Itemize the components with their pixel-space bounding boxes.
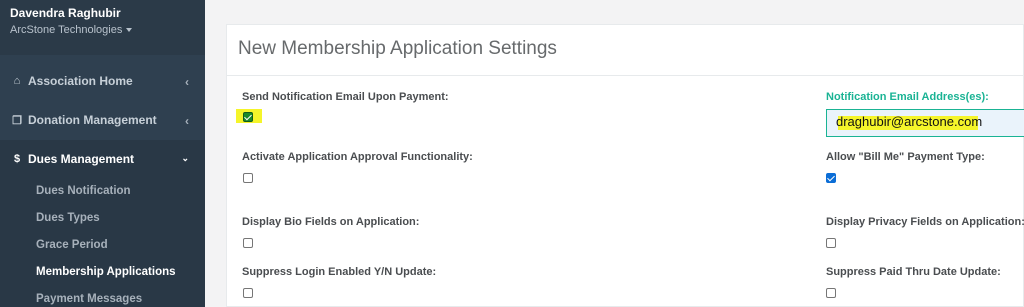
display-privacy-label: Display Privacy Fields on Application:: [826, 216, 1024, 228]
nav-association-home-label: Association Home: [28, 74, 133, 88]
suppress-paid-thru-label: Suppress Paid Thru Date Update:: [826, 266, 1001, 278]
nav-donation-management[interactable]: ❐ Donation Management ‹: [0, 101, 205, 139]
allow-bill-me-label: Allow "Bill Me" Payment Type:: [826, 151, 985, 163]
page-title: New Membership Application Settings: [238, 38, 557, 59]
sidebar: Davendra Raghubir ArcStone Technologies …: [0, 0, 205, 307]
activate-approval-label: Activate Application Approval Functional…: [242, 151, 473, 163]
sub-item-membership-applications[interactable]: Membership Applications: [36, 266, 176, 278]
user-name: Davendra Raghubir: [10, 6, 121, 20]
title-divider: [227, 75, 1024, 76]
sub-item-payment-messages[interactable]: Payment Messages: [36, 293, 142, 305]
nav-donation-management-label: Donation Management: [28, 113, 157, 127]
chevron-down-icon: ⌄: [181, 153, 189, 163]
send-notification-label: Send Notification Email Upon Payment:: [242, 91, 449, 103]
dues-submenu: Dues Notification Dues Types Grace Perio…: [0, 178, 205, 307]
display-bio-label: Display Bio Fields on Application:: [242, 216, 420, 228]
nav-association-home[interactable]: ⌂ Association Home ‹: [0, 62, 205, 100]
nav-dues-management-label: Dues Management: [28, 152, 135, 166]
sub-item-dues-types[interactable]: Dues Types: [36, 212, 100, 224]
home-icon: ⌂: [13, 75, 21, 87]
suppress-login-label: Suppress Login Enabled Y/N Update:: [242, 266, 437, 278]
caret-down-icon: [126, 28, 133, 33]
chevron-left-icon: ‹: [185, 75, 189, 89]
sub-item-dues-notification[interactable]: Dues Notification: [36, 185, 131, 197]
suppress-paid-thru-checkbox[interactable]: [826, 288, 836, 298]
display-privacy-checkbox[interactable]: [826, 238, 836, 248]
org-name[interactable]: ArcStone Technologies: [10, 24, 195, 37]
dollar-icon: $: [13, 153, 21, 165]
chevron-left-icon: ‹: [185, 114, 189, 128]
gift-icon: ❐: [12, 114, 22, 127]
nav-dues-management[interactable]: $ Dues Management ⌄: [0, 140, 205, 178]
suppress-login-checkbox[interactable]: [243, 288, 253, 298]
notification-email-value: draghubir@arcstone.com: [836, 114, 983, 129]
allow-bill-me-checkbox[interactable]: [826, 173, 836, 183]
user-profile[interactable]: Davendra Raghubir ArcStone Technologies: [0, 0, 205, 55]
send-notification-checkbox[interactable]: [243, 112, 253, 122]
settings-panel: [226, 24, 1024, 307]
sub-item-grace-period[interactable]: Grace Period: [36, 239, 108, 251]
notification-email-label: Notification Email Address(es):: [826, 91, 989, 103]
activate-approval-checkbox[interactable]: [243, 173, 253, 183]
org-name-label: ArcStone Technologies: [10, 24, 123, 36]
display-bio-checkbox[interactable]: [243, 238, 253, 248]
